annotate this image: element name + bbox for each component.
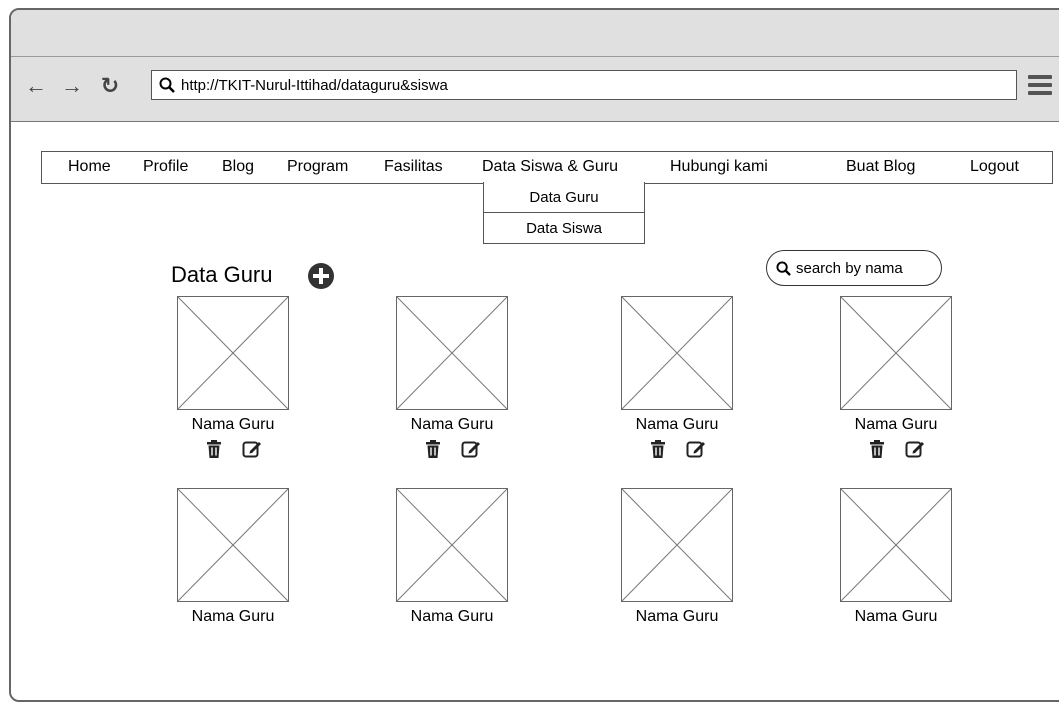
teacher-card: Nama Guru [163, 488, 303, 626]
nav-data-siswa-guru[interactable]: Data Siswa & Guru [482, 158, 618, 176]
image-placeholder-icon [396, 296, 508, 410]
edit-icon[interactable] [242, 439, 262, 459]
teacher-name: Nama Guru [635, 416, 719, 433]
trash-icon[interactable] [648, 439, 668, 459]
nav-dropdown: Data Guru Data Siswa [483, 182, 645, 244]
main-nav: Home Profile Blog Program Fasilitas Data… [41, 151, 1053, 184]
teacher-name: Nama Guru [191, 416, 275, 433]
back-arrow-icon[interactable]: ← [25, 73, 47, 98]
image-placeholder-icon [840, 296, 952, 410]
teacher-card: Nama Guru [163, 296, 303, 459]
teacher-card: Nama Guru [607, 296, 747, 459]
teacher-name: Nama Guru [410, 416, 494, 433]
teacher-card: Nama Guru [607, 488, 747, 626]
trash-icon[interactable] [204, 439, 224, 459]
card-actions [607, 439, 747, 459]
nav-logout[interactable]: Logout [970, 158, 1019, 176]
teacher-card: Nama Guru [826, 296, 966, 459]
teacher-name: Nama Guru [854, 608, 938, 625]
nav-blog[interactable]: Blog [222, 158, 254, 176]
forward-arrow-icon[interactable]: → [61, 73, 83, 98]
teacher-name: Nama Guru [635, 608, 719, 625]
dropdown-data-siswa[interactable]: Data Siswa [483, 213, 645, 244]
nav-program[interactable]: Program [287, 158, 348, 176]
card-actions [382, 439, 522, 459]
search-input[interactable]: search by nama [766, 250, 942, 286]
plus-circle-icon[interactable] [307, 262, 335, 290]
page-title: Data Guru [171, 262, 273, 287]
address-bar[interactable]: http://TKIT-Nurul-Ittihad/dataguru&siswa [151, 70, 1017, 100]
edit-icon[interactable] [686, 439, 706, 459]
trash-icon[interactable] [867, 439, 887, 459]
url-text: http://TKIT-Nurul-Ittihad/dataguru&siswa [181, 76, 448, 94]
teacher-name: Nama Guru [191, 608, 275, 625]
nav-buat-blog[interactable]: Buat Blog [846, 158, 915, 176]
trash-icon[interactable] [423, 439, 443, 459]
browser-window: ← → ↻ http://TKIT-Nurul-Ittihad/dataguru… [9, 8, 1059, 702]
nav-profile[interactable]: Profile [143, 158, 188, 176]
image-placeholder-icon [621, 488, 733, 602]
edit-icon[interactable] [461, 439, 481, 459]
image-placeholder-icon [396, 488, 508, 602]
image-placeholder-icon [177, 488, 289, 602]
card-actions [826, 439, 966, 459]
dropdown-data-guru[interactable]: Data Guru [483, 182, 645, 213]
teacher-card: Nama Guru [382, 296, 522, 459]
image-placeholder-icon [621, 296, 733, 410]
edit-icon[interactable] [905, 439, 925, 459]
card-actions [163, 439, 303, 459]
teacher-card: Nama Guru [826, 488, 966, 626]
search-placeholder: search by nama [796, 259, 903, 277]
teacher-name: Nama Guru [854, 416, 938, 433]
nav-home[interactable]: Home [68, 158, 111, 176]
search-icon [159, 77, 175, 93]
image-placeholder-icon [177, 296, 289, 410]
browser-toolbar: ← → ↻ http://TKIT-Nurul-Ittihad/dataguru… [11, 57, 1059, 122]
hamburger-menu-icon[interactable] [1028, 75, 1052, 95]
search-icon [776, 260, 791, 276]
reload-icon[interactable]: ↻ [99, 73, 121, 98]
title-bar [11, 10, 1059, 57]
image-placeholder-icon [840, 488, 952, 602]
nav-fasilitas[interactable]: Fasilitas [384, 158, 443, 176]
nav-hubungi-kami[interactable]: Hubungi kami [670, 158, 768, 176]
teacher-name: Nama Guru [410, 608, 494, 625]
teacher-card: Nama Guru [382, 488, 522, 626]
